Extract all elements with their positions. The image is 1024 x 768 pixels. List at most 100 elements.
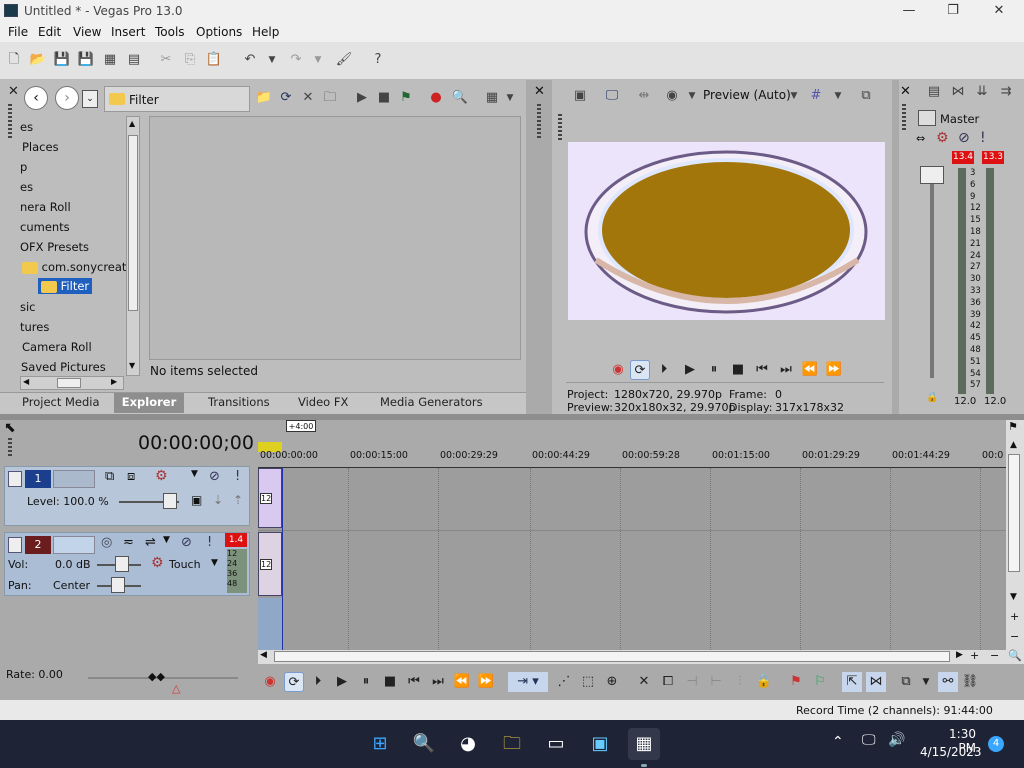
collapse-icon[interactable] (8, 537, 22, 553)
solo-icon[interactable]: ! (980, 130, 986, 146)
mute-icon[interactable]: ⊘ (209, 469, 220, 484)
track-name-field[interactable] (53, 536, 95, 554)
normal-edit-icon[interactable]: ⇱ (842, 672, 862, 692)
lock-icon[interactable]: 🔒 (754, 672, 774, 692)
level-slider-thumb[interactable] (163, 493, 177, 509)
timeline-tracks[interactable]: 12 12 (258, 468, 1006, 650)
track-name-field[interactable] (53, 470, 95, 488)
scroll-left-icon[interactable]: ◀ (23, 377, 29, 386)
arm-record-icon[interactable]: ◎ (101, 535, 112, 550)
menu-view[interactable]: View (73, 25, 101, 39)
grid-dropdown-icon[interactable]: ▼ (828, 86, 848, 106)
zoom-in-horizontal-icon[interactable]: + (970, 649, 979, 662)
mode-dropdown-icon[interactable]: ▼ (211, 558, 218, 568)
volume-icon[interactable]: 🔊 (888, 732, 905, 748)
history-dropdown-icon[interactable]: ⌄ (82, 90, 98, 108)
forward-icon[interactable]: › (55, 86, 79, 110)
panel-grip[interactable] (8, 104, 12, 140)
close-button[interactable]: ✕ (976, 0, 1022, 22)
insert-bus-icon[interactable]: ⋈ (948, 82, 968, 102)
tab-video-fx[interactable]: Video FX (298, 393, 348, 413)
network-icon[interactable]: 🖵 (862, 732, 876, 748)
auto-crossfade-icon[interactable]: ⋈ (866, 672, 886, 692)
close-panel-icon[interactable]: ✕ (8, 84, 19, 99)
app-window-icon[interactable]: ▣ (584, 728, 616, 760)
cut-icon[interactable]: ✂ (156, 50, 176, 70)
scroll-down-icon[interactable]: ▼ (1010, 592, 1017, 602)
tree-item[interactable]: es (20, 120, 33, 134)
tab-explorer[interactable]: Explorer (114, 393, 184, 413)
go-to-end-icon[interactable]: ⏭ (776, 360, 796, 380)
move-down-icon[interactable]: ⇣ (213, 493, 223, 507)
panel-divider[interactable] (892, 80, 899, 414)
stop-preview-icon[interactable]: ■ (374, 88, 394, 108)
trim-end-icon[interactable]: ⊢ (706, 672, 726, 692)
collapse-icon[interactable] (8, 471, 22, 487)
close-preview-icon[interactable]: ✕ (534, 84, 545, 99)
next-frame-icon[interactable]: ⏩ (476, 672, 496, 692)
minimize-button[interactable]: — (886, 0, 932, 22)
tree-item-selected[interactable]: Filter (38, 278, 93, 294)
solo-icon[interactable]: ! (235, 469, 240, 484)
play-icon[interactable]: ▶ (680, 360, 700, 380)
audio-fx-icon[interactable]: ⇊ (972, 82, 992, 102)
panel-grip[interactable] (537, 104, 541, 140)
menu-file[interactable]: File (8, 25, 28, 39)
snapshot-icon[interactable]: 🖌 (334, 50, 354, 70)
tab-project-media[interactable]: Project Media (22, 393, 100, 413)
fx-dropdown-icon[interactable]: ▼ (191, 469, 198, 479)
render-icon[interactable]: ▦ (100, 50, 120, 70)
scroll-right-icon[interactable]: ▶ (111, 377, 117, 386)
prev-frame-icon[interactable]: ⏪ (800, 360, 820, 380)
menu-options[interactable]: Options (196, 25, 242, 39)
downmix-icon[interactable]: ⇉ (996, 82, 1016, 102)
zoom-in-vertical-icon[interactable]: + (1010, 610, 1019, 623)
close-master-icon[interactable]: ✕ (900, 84, 911, 99)
master-toggle-icon[interactable] (918, 110, 936, 126)
audio-clip[interactable]: 12 (258, 532, 282, 596)
ripple-edit-icon[interactable]: ⧉ (896, 672, 916, 692)
notification-badge[interactable]: 4 (988, 736, 1004, 752)
tree-item[interactable]: nera Roll (20, 200, 71, 214)
overlay-dropdown-icon[interactable]: ▼ (682, 86, 702, 106)
panel-grip[interactable] (902, 104, 906, 132)
go-to-start-icon[interactable]: ⏮ (404, 672, 424, 692)
play-icon[interactable]: ▶ (332, 672, 352, 692)
views-icon[interactable]: ▦ (482, 88, 502, 108)
invert-phase-icon[interactable]: ≂ (123, 535, 134, 550)
undo-dropdown-icon[interactable]: ▼ (262, 50, 282, 70)
save-as-icon[interactable]: 💾 (76, 50, 96, 70)
split-screen-icon[interactable]: ⇹ (634, 86, 654, 106)
track-fx-icon[interactable]: ⇌ (145, 535, 156, 550)
record-icon[interactable]: ◉ (260, 672, 280, 692)
stop-icon[interactable]: ■ (380, 672, 400, 692)
tree-item-folder[interactable]: com.sonycreativ (22, 260, 126, 274)
whats-this-icon[interactable]: ? (368, 50, 388, 70)
trim-icon[interactable]: ⧠ (658, 672, 678, 692)
scroll-thumb[interactable] (57, 378, 81, 388)
move-up-icon[interactable]: ⇡ (233, 493, 243, 507)
loop-playback-icon[interactable]: ⟳ (630, 360, 650, 380)
maximize-button[interactable]: ❐ (930, 0, 976, 22)
zoom-out-vertical-icon[interactable]: − (1010, 630, 1019, 643)
go-to-end-icon[interactable]: ⏭ (428, 672, 448, 692)
prev-frame-icon[interactable]: ⏪ (452, 672, 472, 692)
menu-help[interactable]: Help (252, 25, 279, 39)
ignore-grouping-icon[interactable]: ⛓ (960, 672, 980, 692)
save-icon[interactable]: 💾 (52, 50, 72, 70)
overlay-icon[interactable]: ◉ (662, 86, 682, 106)
scroll-up-icon[interactable]: ▲ (1010, 440, 1017, 450)
zoom-out-horizontal-icon[interactable]: − (990, 649, 999, 662)
pan-slider-thumb[interactable] (111, 577, 125, 593)
vegas-taskbar-icon[interactable]: ▦ (628, 728, 660, 760)
envelope-tool-icon[interactable]: ⋰ (554, 672, 574, 692)
tree-item[interactable]: tures (20, 320, 49, 334)
insert-marker-icon[interactable]: ⚑ (786, 672, 806, 692)
panel-grip[interactable] (8, 438, 12, 456)
tab-media-generators[interactable]: Media Generators (380, 393, 483, 413)
menu-edit[interactable]: Edit (38, 25, 61, 39)
vol-slider-thumb[interactable] (115, 556, 129, 572)
scroll-left-icon[interactable]: ◀ (260, 650, 267, 660)
auto-preview-icon[interactable]: ⚑ (396, 88, 416, 108)
ripple-dropdown-icon[interactable]: ▼ (916, 672, 936, 692)
